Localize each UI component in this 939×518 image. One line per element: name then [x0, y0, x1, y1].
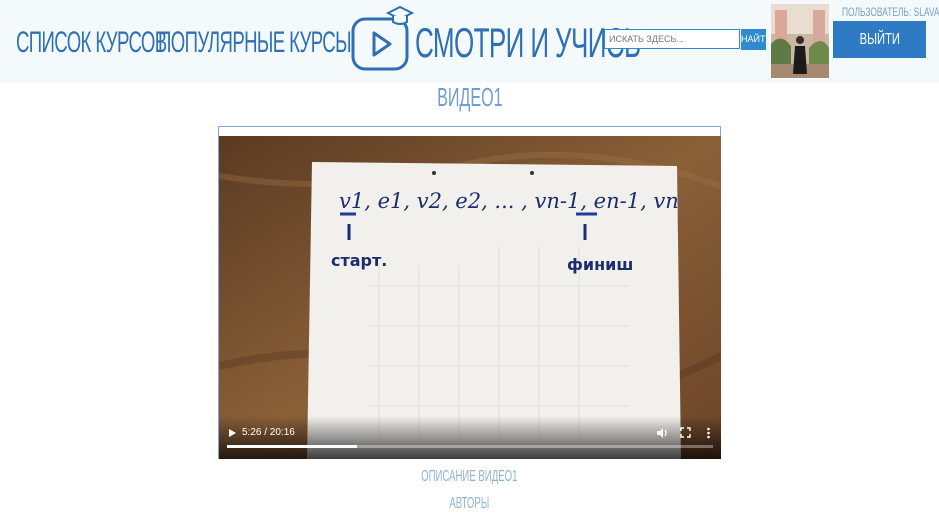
video-description-link-text: ОПИСАНИЕ ВИДЕО1 — [421, 468, 518, 485]
video-description-link[interactable]: ОПИСАНИЕ ВИДЕО1 — [0, 468, 939, 486]
video-time: 5:26 / 20:16 — [242, 427, 295, 438]
play-icon[interactable] — [227, 428, 237, 438]
more-options-icon[interactable] — [706, 427, 711, 439]
header: СПИСОК КУРСОВ ПОПУЛЯРНЫЕ КУРСЫ СМОТРИ И … — [0, 0, 939, 83]
avatar — [771, 4, 829, 78]
board-sequence: v1, e1, v2, e2, ... , vn-1, en-1, vn — [339, 189, 679, 213]
authors-link-text: АВТОРЫ — [449, 495, 490, 512]
video-progress-bar[interactable] — [227, 445, 713, 448]
video-title-text: ВИДЕО1 — [436, 82, 503, 112]
search-button[interactable]: НАЙТИ — [741, 29, 772, 50]
board-finish-label: финиш — [567, 255, 633, 274]
nav-popular-courses-link[interactable]: ПОПУЛЯРНЫЕ КУРСЫ — [158, 26, 352, 60]
authors-link[interactable]: АВТОРЫ — [0, 495, 939, 513]
video-progress-fill — [227, 445, 358, 448]
search-input[interactable] — [604, 29, 740, 49]
video-frame: v1, e1, v2, e2, ... , vn-1, en-1, vn ста… — [219, 136, 721, 459]
volume-icon[interactable] — [656, 427, 668, 439]
logo-play-icon[interactable] — [350, 5, 414, 73]
video-player[interactable]: v1, e1, v2, e2, ... , vn-1, en-1, vn ста… — [219, 136, 721, 459]
board-start-label: старт. — [331, 251, 387, 270]
logout-button[interactable]: ВЫЙТИ — [833, 21, 926, 58]
fullscreen-icon[interactable] — [680, 427, 691, 438]
logout-button-label: ВЫЙТИ — [859, 31, 900, 48]
user-label: ПОЛЬЗОВАТЕЛЬ: SLAVA — [842, 5, 939, 19]
video-title: ВИДЕО1 — [0, 82, 939, 112]
nav-course-list-link[interactable]: СПИСОК КУРСОВ — [16, 26, 167, 60]
